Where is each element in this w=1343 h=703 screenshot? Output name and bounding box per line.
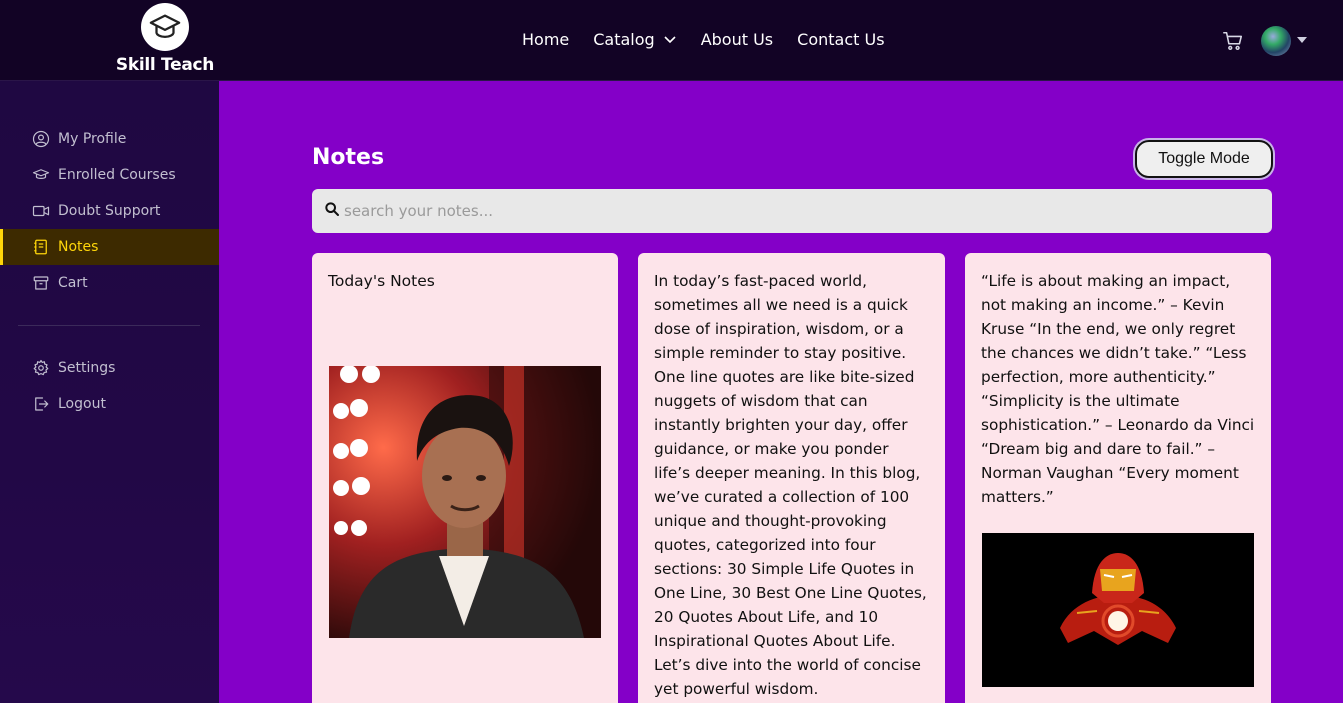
user-circle-icon bbox=[32, 130, 50, 148]
brand-name: Skill Teach bbox=[115, 55, 215, 75]
sidebar-item-label: Doubt Support bbox=[58, 203, 161, 219]
page-title: Notes bbox=[312, 145, 385, 170]
sidebar-item-label: Cart bbox=[58, 275, 88, 291]
notebook-icon bbox=[32, 238, 50, 256]
note-card[interactable]: Today's Notes bbox=[312, 253, 618, 703]
caret-down-icon[interactable] bbox=[1297, 37, 1307, 43]
top-navbar: Skill Teach Home Catalog About Us Contac… bbox=[0, 0, 1343, 81]
nav-about[interactable]: About Us bbox=[701, 30, 773, 49]
note-text: In today’s fast-paced world, sometimes a… bbox=[654, 272, 927, 698]
gear-icon bbox=[32, 359, 50, 377]
chevron-down-icon bbox=[663, 30, 677, 49]
sidebar-item-label: Notes bbox=[58, 239, 99, 255]
nav-about-label: About Us bbox=[700, 30, 774, 49]
search-icon bbox=[324, 201, 340, 221]
nav-home[interactable]: Home bbox=[522, 30, 569, 49]
search-input[interactable] bbox=[344, 202, 1244, 220]
logout-icon bbox=[32, 395, 50, 413]
portrait-photo bbox=[329, 366, 601, 638]
sidebar-item-doubt-support[interactable]: Doubt Support bbox=[0, 193, 219, 229]
sidebar-item-logout[interactable]: Logout bbox=[0, 386, 219, 422]
sidebar-item-notes[interactable]: Notes bbox=[0, 229, 219, 265]
sidebar-item-label: Settings bbox=[58, 360, 116, 376]
sidebar-item-my-profile[interactable]: My Profile bbox=[0, 121, 219, 157]
sidebar-item-enrolled-courses[interactable]: Enrolled Courses bbox=[0, 157, 219, 193]
sidebar-item-settings[interactable]: Settings bbox=[0, 350, 219, 386]
sidebar-item-label: My Profile bbox=[58, 131, 127, 147]
note-text: Today's Notes bbox=[328, 272, 435, 290]
sidebar-item-label: Enrolled Courses bbox=[58, 167, 176, 183]
nav-home-label: Home bbox=[522, 30, 570, 49]
main-nav: Home Catalog About Us Contact Us bbox=[522, 30, 909, 49]
cart-icon[interactable] bbox=[1222, 30, 1244, 52]
toggle-mode-button[interactable]: Toggle Mode bbox=[1135, 140, 1273, 178]
nav-catalog[interactable]: Catalog bbox=[593, 30, 676, 49]
search-bar bbox=[312, 189, 1272, 233]
graduation-cap-icon bbox=[32, 166, 50, 184]
iron-man-image bbox=[982, 533, 1254, 687]
sidebar-item-cart[interactable]: Cart bbox=[0, 265, 219, 301]
archive-icon bbox=[32, 274, 50, 292]
brand-logo[interactable]: Skill Teach bbox=[112, 3, 218, 77]
graduation-cap-logo-icon bbox=[141, 3, 189, 51]
video-icon bbox=[32, 202, 50, 220]
note-card[interactable]: “Life is about making an impact, not mak… bbox=[965, 253, 1271, 703]
nav-contact[interactable]: Contact Us bbox=[797, 30, 884, 49]
note-card[interactable]: In today’s fast-paced world, sometimes a… bbox=[638, 253, 945, 703]
sidebar-divider bbox=[18, 325, 200, 326]
user-avatar[interactable] bbox=[1261, 26, 1291, 56]
sidebar-item-label: Logout bbox=[58, 396, 106, 412]
note-text: “Life is about making an impact, not mak… bbox=[981, 272, 1255, 506]
sidebar: My Profile Enrolled Courses Doubt Suppor… bbox=[0, 81, 219, 703]
nav-catalog-label: Catalog bbox=[593, 30, 655, 49]
nav-contact-label: Contact Us bbox=[797, 30, 885, 49]
